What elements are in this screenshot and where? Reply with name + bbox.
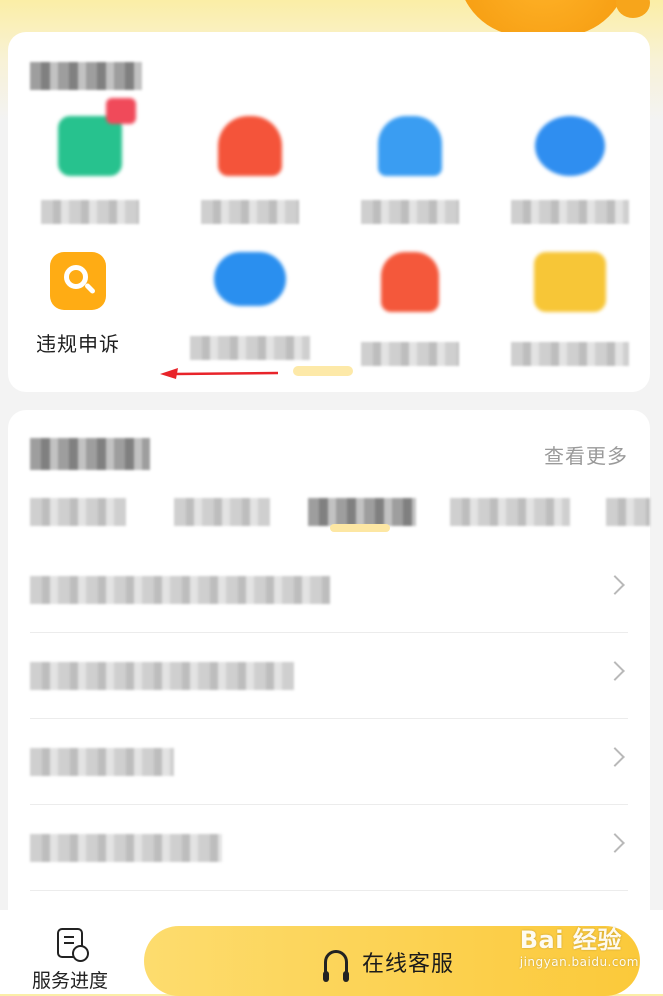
service-label-blurred	[41, 200, 139, 224]
service-item-1[interactable]	[10, 98, 170, 228]
green-square-icon	[58, 98, 136, 176]
headset-icon	[323, 950, 349, 982]
section-title-blurred	[30, 62, 142, 90]
service-item-appeal[interactable]: 违规申诉	[0, 252, 158, 357]
red-shape-icon	[218, 116, 282, 176]
chevron-right-icon	[605, 661, 625, 681]
news-row[interactable]	[30, 720, 628, 805]
online-service-label: 在线客服	[362, 952, 455, 977]
news-row-text-blurred	[30, 576, 330, 604]
chevron-right-icon	[605, 747, 625, 767]
services-card: 违规申诉	[8, 32, 650, 392]
news-tab[interactable]	[450, 498, 570, 526]
service-item-7[interactable]	[330, 252, 490, 370]
service-label-appeal: 违规申诉	[36, 332, 120, 356]
news-tab[interactable]	[174, 498, 270, 526]
news-row-text-blurred	[30, 662, 294, 690]
service-item-4[interactable]	[490, 116, 650, 228]
service-item-3[interactable]	[330, 116, 490, 228]
blue-shape-icon	[378, 116, 442, 176]
active-tab-indicator	[330, 524, 390, 532]
watermark-brand: Bai 经验	[519, 926, 622, 954]
blue-cloud-icon	[214, 252, 286, 306]
search-doc-icon	[50, 252, 106, 310]
service-label-blurred	[201, 200, 299, 224]
service-item-8[interactable]	[490, 252, 650, 370]
service-label-blurred	[511, 200, 629, 224]
yellow-folder-icon	[534, 252, 606, 312]
news-row-text-blurred	[30, 834, 222, 862]
service-progress-button[interactable]: 服务进度	[20, 928, 120, 993]
service-item-6[interactable]	[170, 252, 330, 364]
news-tab[interactable]	[606, 498, 650, 526]
watermark: Bai 经验 jingyan.baidu.com	[520, 920, 639, 969]
annotation-arrow	[160, 368, 279, 379]
news-row[interactable]	[30, 806, 628, 891]
news-row[interactable]	[30, 548, 628, 633]
news-row-text-blurred	[30, 748, 174, 776]
news-title-blurred	[30, 438, 150, 470]
page-indicator	[293, 366, 353, 376]
news-row[interactable]	[30, 634, 628, 719]
news-card: 查看更多	[8, 410, 650, 930]
news-tab-active[interactable]	[308, 498, 416, 526]
watermark-url: jingyan.baidu.com	[519, 955, 639, 969]
service-label-blurred	[511, 342, 629, 366]
chevron-right-icon	[605, 575, 625, 595]
service-progress-label: 服务进度	[31, 970, 108, 992]
mascot-image	[458, 0, 650, 36]
view-more-link[interactable]: 查看更多	[544, 440, 628, 469]
document-clock-icon	[57, 928, 89, 962]
blue-circle-icon	[535, 116, 605, 176]
news-tabs	[30, 498, 650, 526]
service-label-blurred	[361, 342, 459, 366]
service-item-2[interactable]	[170, 116, 330, 228]
service-label-blurred	[190, 336, 310, 360]
chevron-right-icon	[605, 833, 625, 853]
service-label-blurred	[361, 200, 459, 224]
news-tab[interactable]	[30, 498, 126, 526]
red-figure-icon	[381, 252, 439, 312]
